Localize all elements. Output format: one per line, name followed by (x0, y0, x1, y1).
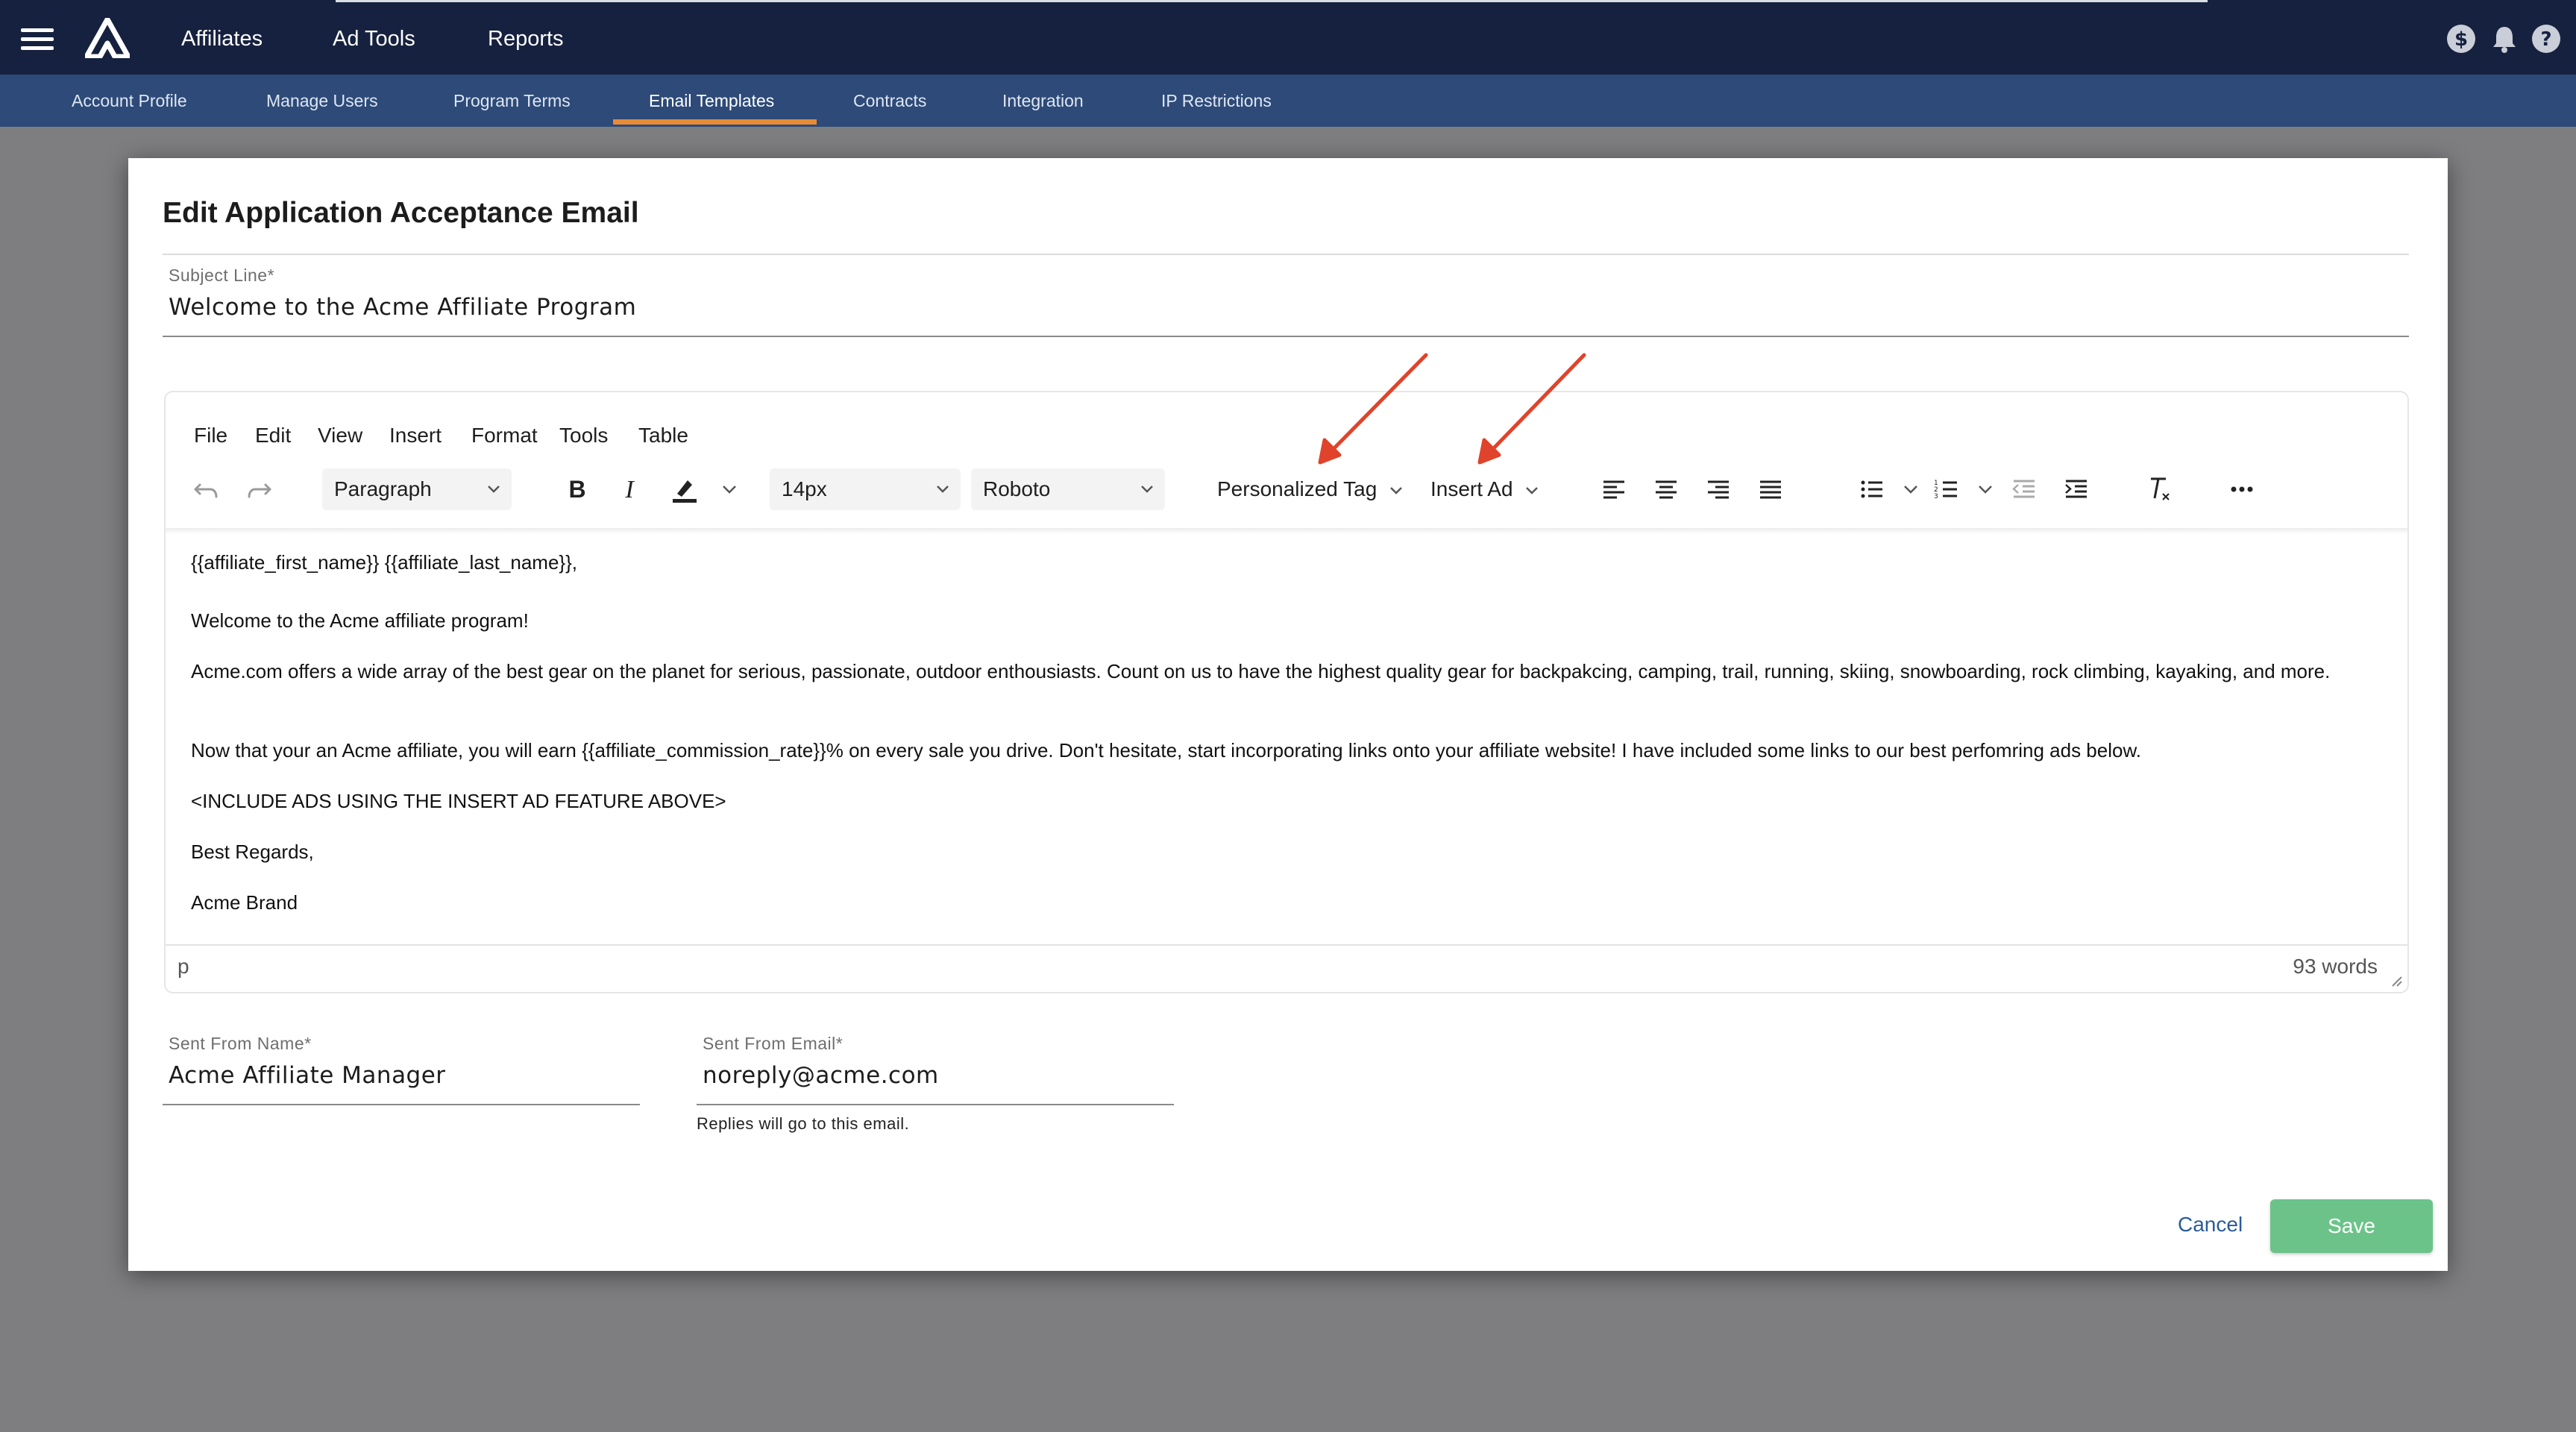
bold-icon[interactable]: B (562, 474, 592, 504)
subject-line-underline (163, 336, 2409, 337)
tab-ip-restrictions[interactable]: IP Restrictions (1161, 75, 1272, 127)
bell-icon[interactable] (2489, 24, 2519, 54)
highlight-icon[interactable] (670, 474, 700, 504)
tab-manage-users[interactable]: Manage Users (266, 75, 378, 127)
svg-text:$: $ (2454, 28, 2468, 51)
menu-tools[interactable]: Tools (559, 424, 608, 448)
bullet-list-icon[interactable] (1857, 474, 1887, 504)
element-path[interactable]: p (178, 955, 189, 979)
tab-account-profile[interactable]: Account Profile (72, 75, 187, 127)
clear-formatting-icon[interactable] (2145, 474, 2175, 504)
font-family-value: Roboto (983, 477, 1051, 500)
edit-email-modal: Edit Application Acceptance Email Subjec… (128, 158, 2448, 1271)
logo-icon[interactable] (85, 18, 130, 58)
align-justify-icon[interactable] (1756, 474, 1785, 504)
tab-integration[interactable]: Integration (1002, 75, 1084, 127)
svg-text:?: ? (2540, 28, 2551, 51)
chevron-down-icon (1526, 486, 1539, 494)
chevron-down-icon (1141, 486, 1153, 493)
font-size-value: 14px (782, 477, 827, 500)
align-left-icon[interactable] (1599, 474, 1629, 504)
content-commission: Now that your an Acme affiliate, you wil… (191, 739, 2142, 761)
content-ads-placeholder: <INCLUDE ADS USING THE INSERT AD FEATURE… (191, 790, 726, 812)
nav-ad-tools[interactable]: Ad Tools (333, 27, 415, 51)
content-greeting: {{affiliate_first_name}} {{affiliate_las… (191, 551, 577, 574)
sent-from-email-helper: Replies will go to this email. (697, 1114, 910, 1133)
content-signature: Acme Brand (191, 891, 298, 914)
personalized-tag-dropdown[interactable]: Personalized Tag (1217, 477, 1404, 501)
sub-navbar: Account Profile Manage Users Program Ter… (0, 75, 2576, 127)
top-highlight-line (336, 0, 2208, 2)
redo-icon[interactable] (245, 474, 274, 504)
numbered-list-icon[interactable]: 123 (1932, 474, 1961, 504)
cancel-button[interactable]: Cancel (2178, 1213, 2243, 1237)
block-format-value: Paragraph (334, 477, 432, 500)
menu-file[interactable]: File (194, 424, 227, 448)
sent-from-name-label: Sent From Name* (169, 1034, 312, 1053)
svg-text:3: 3 (1934, 493, 1938, 500)
hamburger-icon[interactable] (21, 28, 54, 51)
sent-from-name-underline (163, 1104, 640, 1105)
highlight-dropdown-chevron-icon[interactable] (714, 474, 744, 504)
help-icon[interactable]: ? (2531, 24, 2561, 54)
dollar-icon[interactable]: $ (2446, 24, 2476, 54)
personalized-tag-label: Personalized Tag (1217, 477, 1377, 500)
font-family-select[interactable]: Roboto (971, 468, 1165, 510)
block-format-select[interactable]: Paragraph (322, 468, 512, 510)
italic-icon[interactable]: I (615, 474, 644, 504)
chevron-down-icon (937, 486, 949, 493)
sent-from-name-input[interactable] (169, 1059, 638, 1092)
content-intro: Acme.com offers a wide array of the best… (191, 660, 2331, 682)
title-divider (163, 254, 2409, 255)
menu-table[interactable]: Table (638, 424, 688, 448)
font-size-select[interactable]: 14px (770, 468, 961, 510)
word-count: 93 words (2293, 955, 2378, 978)
insert-ad-dropdown[interactable]: Insert Ad (1430, 477, 1539, 501)
tab-program-terms[interactable]: Program Terms (453, 75, 571, 127)
menu-format[interactable]: Format (471, 424, 538, 448)
sent-from-email-input[interactable] (703, 1059, 1172, 1092)
outdent-icon[interactable] (2009, 474, 2039, 504)
insert-ad-label: Insert Ad (1430, 477, 1513, 500)
subject-line-input[interactable] (169, 291, 2406, 324)
sent-from-email-underline (697, 1104, 1174, 1105)
svg-text:I: I (624, 476, 635, 503)
svg-text:B: B (568, 476, 585, 503)
subject-line-label: Subject Line* (169, 266, 275, 285)
sent-from-email-label: Sent From Email* (703, 1034, 844, 1053)
rich-text-editor: File Edit View Insert Format Tools Table… (164, 391, 2409, 993)
menu-insert[interactable]: Insert (389, 424, 442, 448)
nav-reports[interactable]: Reports (488, 27, 564, 51)
more-options-icon[interactable] (2227, 474, 2257, 504)
editor-statusbar: p 93 words (166, 944, 2407, 992)
align-right-icon[interactable] (1703, 474, 1733, 504)
tab-contracts[interactable]: Contracts (853, 75, 926, 127)
menu-view[interactable]: View (318, 424, 362, 448)
chevron-down-icon (1390, 486, 1402, 494)
align-center-icon[interactable] (1651, 474, 1681, 504)
content-welcome: Welcome to the Acme affiliate program! (191, 609, 529, 632)
save-button[interactable]: Save (2270, 1199, 2433, 1253)
toolbar-divider (166, 528, 2407, 534)
undo-icon[interactable] (191, 474, 221, 504)
content-regards: Best Regards, (191, 841, 314, 863)
top-navbar: Affiliates Ad Tools Reports $ ? (0, 0, 2576, 75)
chevron-down-icon (488, 486, 500, 493)
bullet-list-chevron-icon[interactable] (1896, 474, 1926, 504)
resize-handle-icon[interactable] (2390, 974, 2403, 987)
modal-title: Edit Application Acceptance Email (163, 197, 639, 229)
active-tab-indicator (613, 119, 817, 125)
menu-edit[interactable]: Edit (255, 424, 291, 448)
indent-icon[interactable] (2061, 474, 2091, 504)
nav-affiliates[interactable]: Affiliates (181, 27, 263, 51)
numbered-list-chevron-icon[interactable] (1970, 474, 2000, 504)
